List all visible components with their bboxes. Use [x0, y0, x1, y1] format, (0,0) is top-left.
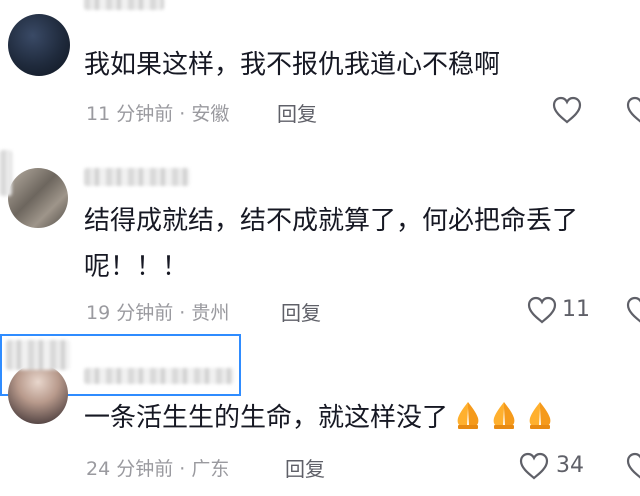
- comment-text: 我如果这样，我不报仇我道心不稳啊: [84, 50, 501, 80]
- comment-time: 24 分钟前: [86, 458, 174, 480]
- username-blurred[interactable]: [84, 368, 234, 384]
- reply-button[interactable]: 回复: [285, 453, 325, 482]
- comment-meta: 24 分钟前 · 广东: [86, 454, 229, 481]
- like-count: 11: [562, 297, 590, 322]
- username-blurred[interactable]: [6, 340, 70, 370]
- username-blurred[interactable]: [0, 150, 12, 196]
- reply-button[interactable]: 回复: [281, 297, 321, 326]
- comment-text-content: 一条活生生的生命，就这样没了: [84, 403, 449, 433]
- comment-location: 安徽: [191, 103, 230, 125]
- heart-icon[interactable]: [527, 296, 557, 324]
- comment-meta: 19 分钟前 · 贵州: [86, 298, 229, 325]
- username-blurred[interactable]: [84, 168, 190, 186]
- meta-separator: ·: [179, 302, 186, 324]
- comment-location: 贵州: [191, 302, 230, 324]
- folded-hands-icon: [529, 402, 551, 429]
- heart-icon-partial[interactable]: [626, 96, 640, 124]
- avatar[interactable]: [8, 14, 70, 76]
- comment-time: 19 分钟前: [86, 302, 174, 324]
- avatar[interactable]: [8, 364, 68, 424]
- reply-button[interactable]: 回复: [277, 98, 317, 127]
- folded-hands-icon: [493, 402, 515, 429]
- heart-icon-partial[interactable]: [626, 452, 640, 480]
- meta-separator: ·: [179, 103, 186, 125]
- username-blurred[interactable]: [84, 0, 164, 10]
- heart-icon[interactable]: [519, 452, 549, 480]
- meta-separator: ·: [179, 458, 186, 480]
- folded-hands-icon: [457, 402, 479, 429]
- like-count: 34: [556, 453, 584, 478]
- comment-location: 广东: [191, 458, 230, 480]
- comment-text: 一条活生生的生命，就这样没了: [84, 398, 556, 437]
- heart-icon[interactable]: [552, 96, 582, 124]
- comment-time: 11 分钟前: [86, 103, 174, 125]
- comment-text-line: 呢！！！: [84, 252, 189, 282]
- avatar[interactable]: [8, 168, 68, 228]
- comment-text-line: 结得成就结，结不成就算了，何必把命丢了: [84, 206, 579, 236]
- heart-icon-partial[interactable]: [626, 296, 640, 324]
- comment-meta: 11 分钟前 · 安徽: [86, 99, 229, 126]
